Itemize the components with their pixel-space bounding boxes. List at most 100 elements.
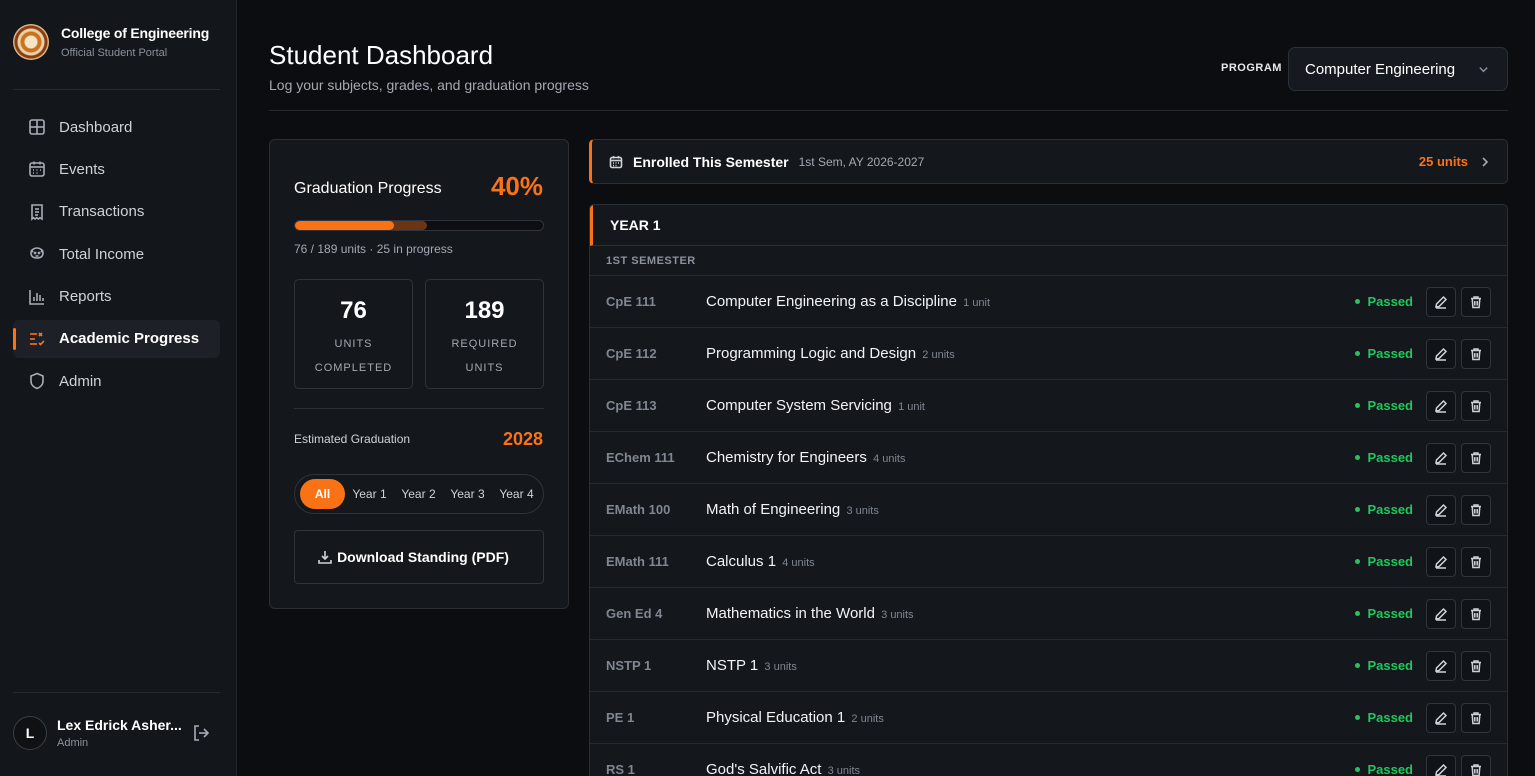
delete-button[interactable] (1461, 754, 1491, 776)
sidebar-item-academic-progress[interactable]: Academic Progress (13, 319, 220, 358)
delete-button[interactable] (1461, 598, 1491, 629)
subject-units: 3 units (881, 609, 914, 621)
subject-units: 4 units (782, 557, 815, 569)
trash-icon (1471, 451, 1481, 464)
user-profile[interactable]: L Lex Edrick Asher... Admin (13, 716, 220, 750)
subject-row: Gen Ed 4 Mathematics in the World 3 unit… (590, 588, 1507, 640)
edit-button[interactable] (1426, 286, 1456, 317)
delete-button[interactable] (1461, 702, 1491, 733)
filter-year-4[interactable]: Year 4 (492, 479, 541, 509)
edit-button[interactable] (1426, 702, 1456, 733)
piggy-bank-icon (30, 247, 44, 259)
enrolled-units: 25 units (1418, 154, 1468, 169)
sidebar-item-total-income[interactable]: Total Income (13, 235, 220, 273)
status-badge: Passed (1355, 710, 1413, 725)
delete-button[interactable] (1461, 286, 1491, 317)
subject-name: Mathematics in the World 3 units (706, 605, 914, 622)
edit-button[interactable] (1426, 754, 1456, 776)
enrolled-title: Enrolled This Semester (633, 153, 789, 170)
status-badge: Passed (1355, 346, 1413, 361)
subject-units: 1 unit (963, 297, 991, 309)
status-dot (1355, 351, 1361, 356)
delete-button[interactable] (1461, 494, 1491, 525)
subject-code: RS 1 (606, 762, 635, 776)
sidebar-item-events[interactable]: Events (13, 150, 220, 188)
subject-title: Computer Engineering as a Discipline (706, 293, 957, 310)
sidebar-item-label: Transactions (59, 203, 145, 221)
subject-code: PE 1 (606, 710, 635, 725)
year-header[interactable]: YEAR 1 (590, 205, 1507, 246)
subject-title: Math of Engineering (706, 501, 841, 518)
download-standing-button[interactable]: Download Standing (PDF) (294, 530, 544, 584)
units-completed-label: UNITS COMPLETED (314, 338, 393, 374)
subject-units: 1 unit (898, 401, 925, 413)
page-title: Student Dashboard (269, 40, 494, 70)
sidebar-item-label: Academic Progress (59, 330, 200, 348)
list-check-icon (30, 332, 45, 346)
subject-name: Programming Logic and Design 2 units (706, 345, 955, 362)
subject-title: Mathematics in the World (706, 605, 875, 622)
sidebar: College of Engineering Official Student … (0, 0, 237, 776)
sidebar-item-label: Total Income (59, 245, 145, 263)
status-text: Passed (1367, 294, 1413, 309)
trash-icon (1471, 503, 1481, 516)
delete-button[interactable] (1461, 650, 1491, 681)
chevron-right-icon (1482, 157, 1489, 167)
subject-units: 4 units (873, 453, 906, 465)
year-1-panel: YEAR 1 1ST SEMESTER CpE 111 Computer Eng… (589, 204, 1508, 776)
delete-button[interactable] (1461, 338, 1491, 369)
edit-button[interactable] (1426, 494, 1456, 525)
subject-row: CpE 111 Computer Engineering as a Discip… (590, 276, 1507, 328)
estimated-graduation-year: 2028 (502, 429, 543, 449)
edit-button[interactable] (1426, 598, 1456, 629)
sidebar-item-label: Admin (59, 372, 102, 390)
graduation-progress-card: Graduation Progress 40% 76 / 189 units ·… (269, 139, 569, 609)
delete-button[interactable] (1461, 546, 1491, 577)
sidebar-item-transactions[interactable]: Transactions (13, 193, 220, 231)
filter-year-1[interactable]: Year 1 (345, 479, 394, 509)
program-select-value: Computer Engineering (1305, 60, 1456, 78)
chevron-down-icon (1479, 67, 1488, 73)
status-text: Passed (1367, 450, 1413, 465)
sidebar-item-admin[interactable]: Admin (13, 362, 220, 400)
edit-button[interactable] (1426, 338, 1456, 369)
pencil-icon (1435, 347, 1448, 361)
delete-button[interactable] (1461, 390, 1491, 421)
edit-button[interactable] (1426, 390, 1456, 421)
graduation-progress-title: Graduation Progress (294, 180, 442, 197)
enrolled-semester: 1st Sem, AY 2026-2027 (798, 154, 925, 169)
card-divider (294, 408, 544, 409)
status-badge: Passed (1355, 502, 1413, 517)
sidebar-item-dashboard[interactable]: Dashboard (13, 108, 220, 146)
subject-title: Chemistry for Engineers (706, 449, 867, 466)
sidebar-item-label: Dashboard (59, 118, 133, 136)
pencil-icon (1435, 555, 1448, 569)
enrolled-this-semester-banner[interactable]: Enrolled This Semester 1st Sem, AY 2026-… (589, 139, 1508, 184)
edit-button[interactable] (1426, 650, 1456, 681)
user-name: Lex Edrick Asher... (57, 717, 182, 733)
subject-row: NSTP 1 NSTP 1 3 units Passed (590, 640, 1507, 692)
user-role: Admin (57, 737, 89, 749)
required-units-stat: 189 REQUIRED UNITS (425, 279, 544, 389)
subject-title: Physical Education 1 (706, 709, 846, 726)
trash-icon (1471, 555, 1481, 568)
calendar-icon (609, 155, 623, 168)
program-select[interactable]: Computer Engineering (1288, 47, 1508, 91)
filter-all[interactable]: All (300, 479, 345, 509)
brand[interactable]: College of Engineering Official Student … (13, 24, 209, 60)
filter-year-2[interactable]: Year 2 (394, 479, 443, 509)
subject-row: PE 1 Physical Education 1 2 units Passed (590, 692, 1507, 744)
units-completed-value: 76 (340, 297, 367, 324)
delete-button[interactable] (1461, 442, 1491, 473)
subject-name: NSTP 1 3 units (706, 657, 797, 674)
subject-name: Physical Education 1 2 units (706, 709, 884, 726)
filter-year-3[interactable]: Year 3 (443, 479, 492, 509)
status-dot (1355, 507, 1361, 512)
pencil-icon (1435, 763, 1448, 776)
edit-button[interactable] (1426, 442, 1456, 473)
logout-icon[interactable] (192, 724, 210, 742)
sidebar-item-reports[interactable]: Reports (13, 278, 220, 316)
trash-icon (1471, 763, 1481, 776)
subject-code: EChem 111 (606, 450, 675, 465)
edit-button[interactable] (1426, 546, 1456, 577)
